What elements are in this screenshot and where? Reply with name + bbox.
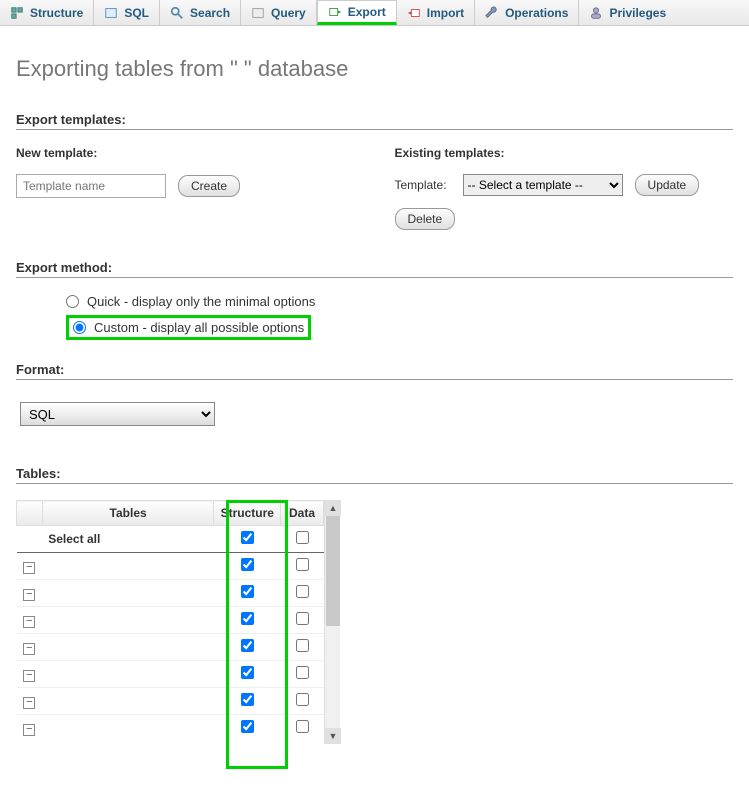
create-button[interactable]: Create (178, 175, 240, 197)
top-tabbar: Structure SQL Search Query Export Import… (0, 0, 749, 26)
section-format: Format: (16, 362, 733, 380)
method-custom-label: Custom - display all possible options (94, 320, 304, 335)
col-tables: Tables (42, 501, 214, 526)
table-name-cell (42, 715, 214, 742)
tab-label: Operations (505, 6, 568, 20)
tab-privileges[interactable]: Privileges (579, 0, 676, 25)
template-word: Template: (395, 178, 447, 192)
tab-sql[interactable]: SQL (94, 0, 160, 25)
template-name-input[interactable] (16, 174, 166, 198)
tab-import[interactable]: Import (397, 0, 475, 25)
query-icon (251, 6, 265, 20)
new-template-label: New template: (16, 146, 355, 160)
table-name-cell (42, 607, 214, 634)
existing-templates-label: Existing templates: (395, 146, 734, 160)
delete-button[interactable]: Delete (395, 208, 456, 230)
collapse-icon[interactable]: − (23, 670, 35, 682)
tab-label: SQL (124, 6, 149, 20)
collapse-icon[interactable]: − (23, 616, 35, 628)
select-all-label[interactable]: Select all (42, 526, 214, 553)
section-method: Export method: (16, 260, 733, 278)
page-title: Exporting tables from " " database (16, 56, 733, 82)
structure-checkbox[interactable] (241, 558, 254, 571)
col-structure: Structure (214, 501, 281, 526)
collapse-icon[interactable]: − (23, 562, 35, 574)
tab-label: Export (348, 5, 386, 19)
sql-icon (104, 6, 118, 20)
data-checkbox[interactable] (296, 666, 309, 679)
search-icon (170, 6, 184, 20)
update-button[interactable]: Update (635, 174, 700, 196)
data-checkbox[interactable] (296, 585, 309, 598)
select-all-data-checkbox[interactable] (296, 531, 309, 544)
privileges-icon (589, 6, 603, 20)
tab-operations[interactable]: Operations (475, 0, 579, 25)
wrench-icon (485, 6, 499, 20)
tab-label: Query (271, 6, 306, 20)
method-quick-label: Quick - display only the minimal options (87, 294, 315, 309)
structure-checkbox[interactable] (241, 585, 254, 598)
method-quick-radio[interactable] (66, 295, 79, 308)
table-name-cell (42, 661, 214, 688)
tab-search[interactable]: Search (160, 0, 241, 25)
structure-checkbox[interactable] (241, 720, 254, 733)
tab-label: Search (190, 6, 230, 20)
format-select[interactable]: SQL (20, 402, 215, 426)
structure-checkbox[interactable] (241, 666, 254, 679)
data-checkbox[interactable] (296, 612, 309, 625)
tab-query[interactable]: Query (241, 0, 317, 25)
tab-structure[interactable]: Structure (0, 0, 94, 25)
structure-checkbox[interactable] (241, 639, 254, 652)
data-checkbox[interactable] (296, 693, 309, 706)
table-name-cell (42, 580, 214, 607)
structure-icon (10, 6, 24, 20)
data-checkbox[interactable] (296, 558, 309, 571)
table-scrollbar[interactable]: ▲ ▼ (324, 500, 340, 744)
col-data: Data (281, 501, 324, 526)
data-checkbox[interactable] (296, 639, 309, 652)
table-name-cell (42, 688, 214, 715)
collapse-icon[interactable]: − (23, 697, 35, 709)
tab-export[interactable]: Export (317, 0, 397, 25)
template-select[interactable]: -- Select a template -- (463, 174, 623, 196)
select-all-structure-checkbox[interactable] (241, 531, 254, 544)
scroll-down-arrow[interactable]: ▼ (325, 728, 341, 744)
tables-table: Tables Structure Data Select all − − − − − − − (16, 500, 324, 741)
structure-checkbox[interactable] (241, 612, 254, 625)
tab-label: Structure (30, 6, 83, 20)
export-icon (328, 5, 342, 19)
collapse-icon[interactable]: − (23, 589, 35, 601)
section-templates: Export templates: (16, 112, 733, 130)
tab-label: Privileges (609, 6, 666, 20)
collapse-icon[interactable]: − (23, 724, 35, 736)
table-name-cell (42, 634, 214, 661)
method-custom-radio[interactable] (73, 320, 86, 335)
data-checkbox[interactable] (296, 720, 309, 733)
scroll-thumb[interactable] (326, 516, 340, 626)
import-icon (407, 6, 421, 20)
structure-checkbox[interactable] (241, 693, 254, 706)
table-name-cell (42, 553, 214, 580)
tab-label: Import (427, 6, 464, 20)
collapse-icon[interactable]: − (23, 643, 35, 655)
scroll-up-arrow[interactable]: ▲ (325, 500, 341, 516)
section-tables: Tables: (16, 466, 733, 484)
